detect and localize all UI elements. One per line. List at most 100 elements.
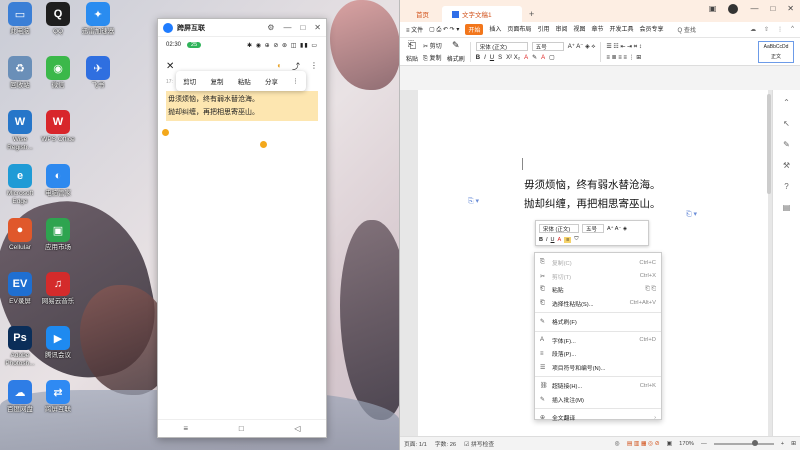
highlight-icon[interactable]: ✎ [532, 54, 537, 61]
menu-right-icon[interactable]: ⇧ [764, 26, 769, 33]
page-count[interactable]: 页面: 1/1 [404, 439, 427, 448]
mini-format-button[interactable]: B [539, 237, 543, 243]
menu-tab[interactable]: 插入 [489, 24, 501, 35]
zoom-level[interactable]: 170% [679, 441, 694, 447]
border-icon[interactable]: ▢ [549, 54, 555, 61]
menu-right-icon[interactable]: ⋮ [777, 26, 783, 33]
desktop-icon[interactable]: ☁ 百度网盘 [0, 380, 40, 414]
zoom-in-icon[interactable]: + [781, 441, 784, 447]
docs-icon[interactable]: ▤ [783, 203, 791, 212]
mini-font-select[interactable]: 宋体 (正文) [539, 224, 579, 233]
desktop-icon[interactable]: EV EV录屏 [0, 272, 40, 306]
share-option[interactable]: 分享 [265, 76, 278, 86]
share-icon[interactable]: ⤴ [292, 61, 300, 72]
word-count[interactable]: 字数: 26 [435, 439, 456, 448]
more-icon[interactable]: ⋮ [310, 61, 318, 72]
list-icons[interactable]: ☰ ☷ ⇤ ⇥ ⌗ ↕ [606, 43, 642, 51]
document-line[interactable]: 抛却纠缠，再把相思寄巫山。 [524, 195, 661, 214]
paste-options-icon[interactable]: ⎗ ▾ [686, 210, 697, 219]
select-icon[interactable]: ↖ [783, 119, 790, 128]
copy-button[interactable]: ⎘ 复制 [423, 53, 442, 63]
tab-home[interactable]: 首页 [406, 6, 439, 22]
wps-writer-window[interactable]: 首页 文字文稿1 + ▣ — □ ✕ ≡ 文件 ▢ ⎙ ↶ ↷ ▾ 开始 插入 页面… [399, 0, 800, 450]
mini-format-button[interactable]: U [551, 237, 555, 243]
help-icon[interactable]: ? [784, 182, 788, 191]
close-icon[interactable]: ✕ [314, 23, 321, 32]
format-painter-button[interactable]: 格式刷 [447, 54, 465, 63]
desktop-icon[interactable]: ✈ 飞书 [78, 56, 118, 90]
phone-window-titlebar[interactable]: 跨屏互联 ⚙ — □ ✕ [158, 19, 326, 37]
underline-icon[interactable]: U [490, 55, 494, 61]
desktop-icon[interactable]: ▭ 此电脑 [0, 2, 40, 36]
view-icons[interactable]: ▤ ▥ ▦ ◎ ⊘ [627, 441, 660, 447]
close-icon[interactable]: ✕ [787, 4, 794, 14]
format-painter-icon[interactable]: ✎ [452, 40, 460, 51]
grow-font-icon[interactable]: A⁺ A⁻ ◈ ⟡ [568, 43, 596, 51]
menu-tab[interactable]: 页面布局 [507, 24, 531, 35]
menu-tab[interactable]: 开始 [465, 24, 484, 35]
back-nav-icon[interactable]: ◁ [294, 424, 300, 433]
sidebar-up-icon[interactable]: ⌃ [783, 98, 790, 107]
menu-tab[interactable]: 开发工具 [610, 24, 634, 35]
selected-note-text[interactable]: 毋须烦恼，终有弱水替沧海。 抛却纠缠，再把相思寄巫山。 [166, 91, 318, 121]
eye-protect-icon[interactable]: ◎ [615, 441, 620, 447]
copy-option[interactable]: 复制 [210, 76, 223, 86]
mini-format-button[interactable]: I [546, 237, 548, 243]
minimize-icon[interactable]: — [283, 23, 291, 32]
desktop-icon[interactable]: ♫ 网易云音乐 [38, 272, 78, 306]
zoom-icon[interactable]: ▣ [667, 441, 672, 447]
search-button[interactable]: Q 查找 [678, 25, 696, 34]
context-menu-item[interactable]: ⎗ 粘贴 ⎗ ⎗ [535, 283, 661, 297]
context-menu-item[interactable]: ⊕ 全文翻译 › [535, 411, 661, 425]
paste-option[interactable]: 粘贴 [238, 76, 251, 86]
font-family-select[interactable]: 宋体 (正文) [475, 42, 528, 51]
text-color-icon[interactable]: A [541, 55, 545, 61]
context-menu-item[interactable]: ✎ 插入批注(M) [535, 393, 661, 407]
bold-icon[interactable]: B [476, 55, 480, 61]
menu-tab[interactable]: 审阅 [555, 24, 567, 35]
cut-option[interactable]: 剪切 [183, 76, 196, 86]
palette-icon[interactable]: ◐ [277, 61, 282, 72]
quick-access-icons[interactable]: ▢ ⎙ ↶ ↷ ▾ [429, 26, 459, 34]
menu-right-icon[interactable]: ☁ [750, 26, 756, 33]
desktop-icon[interactable]: ▶ 腾讯会议 [38, 326, 78, 360]
mini-format-button[interactable]: ≡ [564, 236, 572, 243]
context-menu-item[interactable]: ≡ 段落(P)... [535, 347, 661, 361]
desktop-icon[interactable]: ▣ 应用市场 [38, 218, 78, 252]
context-menu-item[interactable]: A 字体(F)... Ctrl+D [535, 334, 661, 348]
mini-format-button[interactable]: A [558, 237, 562, 243]
desktop-icon[interactable]: ◐ 电脑管家 [38, 164, 78, 198]
layout-icon[interactable]: ▣ [709, 4, 717, 14]
context-menu-item[interactable]: ☰ 项目符号和编号(N)... [535, 361, 661, 375]
context-menu-item[interactable]: ✎ 格式刷(F) [535, 315, 661, 329]
document-body[interactable]: 毋须烦恼，终有弱水替沧海。 抛却纠缠，再把相思寄巫山。 [524, 176, 661, 214]
spell-check[interactable]: ☑ 拼写检查 [464, 439, 494, 448]
file-menu[interactable]: ≡ 文件 [406, 25, 423, 34]
phone-mirror-window[interactable]: 跨屏互联 ⚙ — □ ✕ 02:30 25 ✱ ◉ ⊕ ⊘ ⊛ ◫ ▮▮ ▭ ✕… [157, 18, 327, 438]
style-preview-normal[interactable]: AaBbCcDd 正文 [758, 40, 794, 63]
paragraph-layout-icon[interactable]: ⎘ ▾ [468, 197, 479, 206]
document-canvas[interactable]: 毋须烦恼，终有弱水替沧海。 抛却纠缠，再把相思寄巫山。 ⎘ ▾ ⎗ ▾ 宋体 (… [400, 90, 772, 436]
menu-tab[interactable]: 会员专享 [640, 24, 664, 35]
italic-icon[interactable]: I [484, 55, 486, 61]
more-options[interactable]: ⋮ [292, 77, 299, 85]
close-note-icon[interactable]: ✕ [166, 61, 174, 72]
desktop-icon[interactable]: Q QQ [38, 2, 78, 36]
menu-tab[interactable]: 视图 [573, 24, 585, 35]
menu-tab[interactable]: 章节 [591, 24, 603, 35]
strike-icon[interactable]: S [498, 55, 502, 61]
selection-handle-start[interactable] [162, 129, 169, 136]
zoom-slider[interactable] [713, 439, 774, 446]
desktop-icon[interactable]: ⇄ 跨屏互联 [38, 380, 78, 414]
desktop-icon[interactable]: ◉ 微信 [38, 56, 78, 90]
align-icons[interactable]: ≡ ≣ ≡ ≡ ⋮ ⊞ [606, 54, 641, 61]
desktop-icon[interactable]: W WPS Office [38, 110, 78, 144]
zoom-out-icon[interactable]: — [701, 441, 707, 447]
desktop-icon[interactable]: W Wise Registr... [0, 110, 40, 152]
context-menu-item[interactable]: ⛓ 超链接(H)... Ctrl+K [535, 379, 661, 393]
zoom-slider-knob[interactable] [751, 439, 758, 446]
menu-tab[interactable]: 引用 [537, 24, 549, 35]
maximize-icon[interactable]: □ [300, 23, 305, 32]
context-menu-item[interactable]: ⎗ 选择性粘贴(S)... Ctrl+Alt+V [535, 297, 661, 311]
tab-document[interactable]: 文字文稿1 [442, 6, 522, 22]
